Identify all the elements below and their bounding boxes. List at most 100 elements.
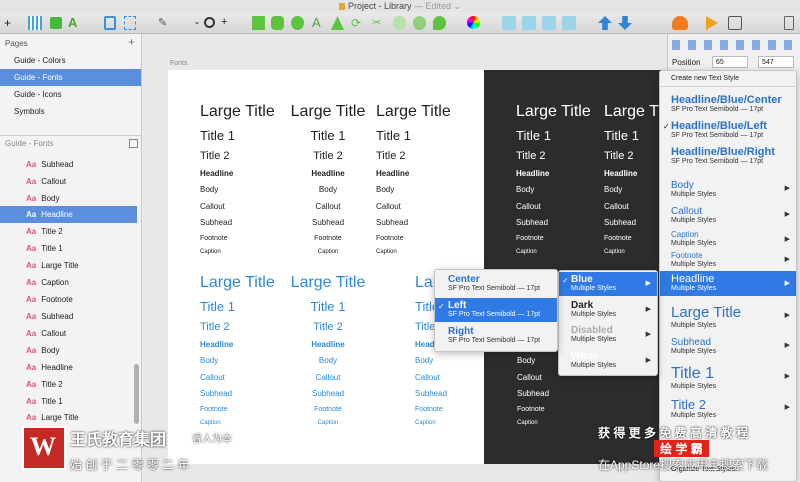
text-style-sample[interactable]: Body — [516, 186, 534, 194]
cloud-icon[interactable] — [672, 16, 688, 30]
view-icon[interactable] — [728, 16, 742, 30]
text-style-sample[interactable]: Subhead — [604, 219, 636, 227]
zoom-out-button[interactable]: - — [195, 16, 199, 30]
text-style-sample[interactable]: Subhead — [288, 219, 368, 227]
create-text-style-item[interactable]: Create new Text Style — [671, 75, 739, 82]
text-style-sample[interactable]: Caption — [604, 249, 625, 255]
grid-icon[interactable] — [28, 16, 42, 30]
text-style-sample[interactable]: Large Title — [200, 104, 275, 120]
text-style-sample[interactable]: Subhead — [288, 390, 368, 398]
text-style-item[interactable]: Title 1 Multiple Styles ▶ — [660, 363, 796, 391]
text-style-sample[interactable]: Subhead — [415, 390, 447, 398]
zoom-in-button[interactable]: + — [221, 16, 227, 30]
text-style-sample[interactable]: Large Title — [376, 104, 451, 120]
text-style-sample[interactable]: Callout — [288, 203, 368, 211]
text-style-sample[interactable]: Subhead — [200, 219, 232, 227]
text-style-item[interactable]: Caption Multiple Styles ▶ — [660, 229, 796, 251]
download-icon[interactable] — [618, 16, 632, 30]
share-icon[interactable] — [784, 16, 794, 30]
layer-item[interactable]: Aa Large Title — [0, 409, 137, 426]
text-style-sample[interactable]: Headline — [376, 170, 409, 178]
text-style-item[interactable]: Headline/Blue/Right SF Pro Text Semibold … — [660, 144, 796, 168]
color-style-item[interactable]: Dark Multiple Styles ▶ — [559, 298, 657, 322]
text-style-sample[interactable]: Caption — [376, 249, 397, 255]
layer-item[interactable]: Aa Footnote — [0, 291, 137, 308]
position-x-input[interactable]: 65 — [712, 56, 748, 68]
text-style-sample[interactable]: Headline — [200, 170, 233, 178]
subtract-icon[interactable] — [522, 16, 536, 30]
text-style-sample[interactable]: Large Title — [288, 275, 368, 291]
text-style-sample[interactable]: Title 1 — [604, 129, 639, 142]
text-style-sample[interactable]: Body — [288, 357, 368, 365]
text-style-sample[interactable]: Subhead — [517, 390, 549, 398]
text-style-sample[interactable]: Headline — [288, 341, 368, 349]
text-style-item[interactable]: Large Title Multiple Styles ▶ — [660, 303, 796, 329]
export-icon[interactable] — [598, 16, 612, 30]
link-icon[interactable] — [393, 16, 406, 30]
insert-button[interactable]: + — [4, 16, 11, 30]
text-style-sample[interactable]: Callout — [415, 374, 440, 382]
text-style-sample[interactable]: Large Title — [288, 104, 368, 120]
layer-item[interactable]: Aa Body — [0, 190, 137, 207]
artboard-icon[interactable] — [104, 16, 116, 30]
text-style-sample[interactable]: Title 1 — [288, 129, 368, 142]
text-style-item[interactable]: Footnote Multiple Styles ▶ — [660, 250, 796, 270]
text-style-sample[interactable]: Callout — [517, 374, 542, 382]
text-style-sample[interactable]: Title 2 — [604, 151, 634, 162]
text-style-sample[interactable]: Footnote — [415, 406, 443, 413]
text-style-sample[interactable]: Caption — [288, 420, 368, 426]
edited-indicator[interactable]: — Edited ⌄ — [414, 1, 461, 11]
text-style-sample[interactable]: Title 2 — [516, 151, 546, 162]
color-style-item[interactable]: Disabled Multiple Styles ▶ — [559, 323, 657, 347]
alignment-icons[interactable] — [672, 40, 796, 50]
text-style-sample[interactable]: Footnote — [516, 235, 544, 242]
text-style-sample[interactable]: Callout — [288, 374, 368, 382]
layer-item[interactable]: Aa Title 1 — [0, 393, 137, 410]
square-shape-icon[interactable] — [252, 16, 265, 30]
text-style-sample[interactable]: Body — [200, 186, 218, 194]
text-style-sample[interactable]: Body — [200, 357, 218, 365]
page-item[interactable]: Symbols — [0, 103, 141, 120]
text-style-sample[interactable]: Title 1 — [376, 129, 411, 142]
text-style-sample[interactable]: Headline — [200, 341, 233, 349]
color-style-item[interactable]: White Multiple Styles ▶ — [559, 349, 657, 373]
text-style-sample[interactable]: Body — [517, 357, 535, 365]
layer-item[interactable]: Aa Large Title — [0, 257, 137, 274]
union-icon[interactable] — [502, 16, 516, 30]
text-style-sample[interactable]: Caption — [200, 420, 221, 426]
text-style-sample[interactable]: Subhead — [200, 390, 232, 398]
zoom-icon[interactable] — [204, 17, 215, 28]
intersect-icon[interactable] — [542, 16, 556, 30]
layer-item[interactable]: Aa Title 1 — [0, 240, 137, 257]
layer-item[interactable]: Aa Headline — [0, 359, 137, 376]
text-style-item[interactable]: Headline Multiple Styles ▶ — [660, 271, 796, 296]
preview-play-icon[interactable] — [706, 16, 718, 30]
scissors-icon[interactable]: ✂ — [372, 16, 385, 30]
text-style-sample[interactable]: Body — [604, 186, 622, 194]
layer-item[interactable]: Aa Title 2 — [0, 223, 137, 240]
text-style-sample[interactable]: Callout — [376, 203, 401, 211]
text-style-sample[interactable]: Title 1 — [200, 300, 235, 313]
text-style-sample[interactable]: Caption — [288, 249, 368, 255]
rounded-rect-icon[interactable] — [271, 16, 284, 30]
alignment-style-item[interactable]: Right SF Pro Text Semibold — 17pt — [435, 324, 557, 348]
text-style-sample[interactable]: Body — [376, 186, 394, 194]
text-style-sample[interactable]: Title 2 — [288, 322, 368, 333]
text-style-sample[interactable]: Footnote — [376, 235, 404, 242]
shape-icon[interactable] — [331, 16, 344, 30]
text-style-sample[interactable]: Body — [415, 357, 433, 365]
position-y-input[interactable]: 547 — [758, 56, 794, 68]
text-style-sample[interactable]: Caption — [516, 249, 537, 255]
text-style-item[interactable]: Subhead Multiple Styles ▶ — [660, 335, 796, 357]
text-style-sample[interactable]: Subhead — [516, 219, 548, 227]
text-style-item[interactable]: Title 2 Multiple Styles ▶ — [660, 396, 796, 420]
text-style-item[interactable]: Callout Multiple Styles ▶ — [660, 204, 796, 226]
text-style-sample[interactable]: Headline — [288, 170, 368, 178]
text-style-sample[interactable]: Footnote — [200, 406, 228, 413]
sidebar-scrollbar[interactable] — [134, 364, 139, 424]
text-style-sample[interactable]: Callout — [604, 203, 629, 211]
text-style-item[interactable]: Body Multiple Styles ▶ — [660, 178, 796, 200]
layer-item[interactable]: Aa Subhead — [0, 308, 137, 325]
color-wheel-icon[interactable] — [467, 16, 480, 29]
alignment-style-item[interactable]: Left SF Pro Text Semibold — 17pt ✓ — [435, 298, 557, 322]
